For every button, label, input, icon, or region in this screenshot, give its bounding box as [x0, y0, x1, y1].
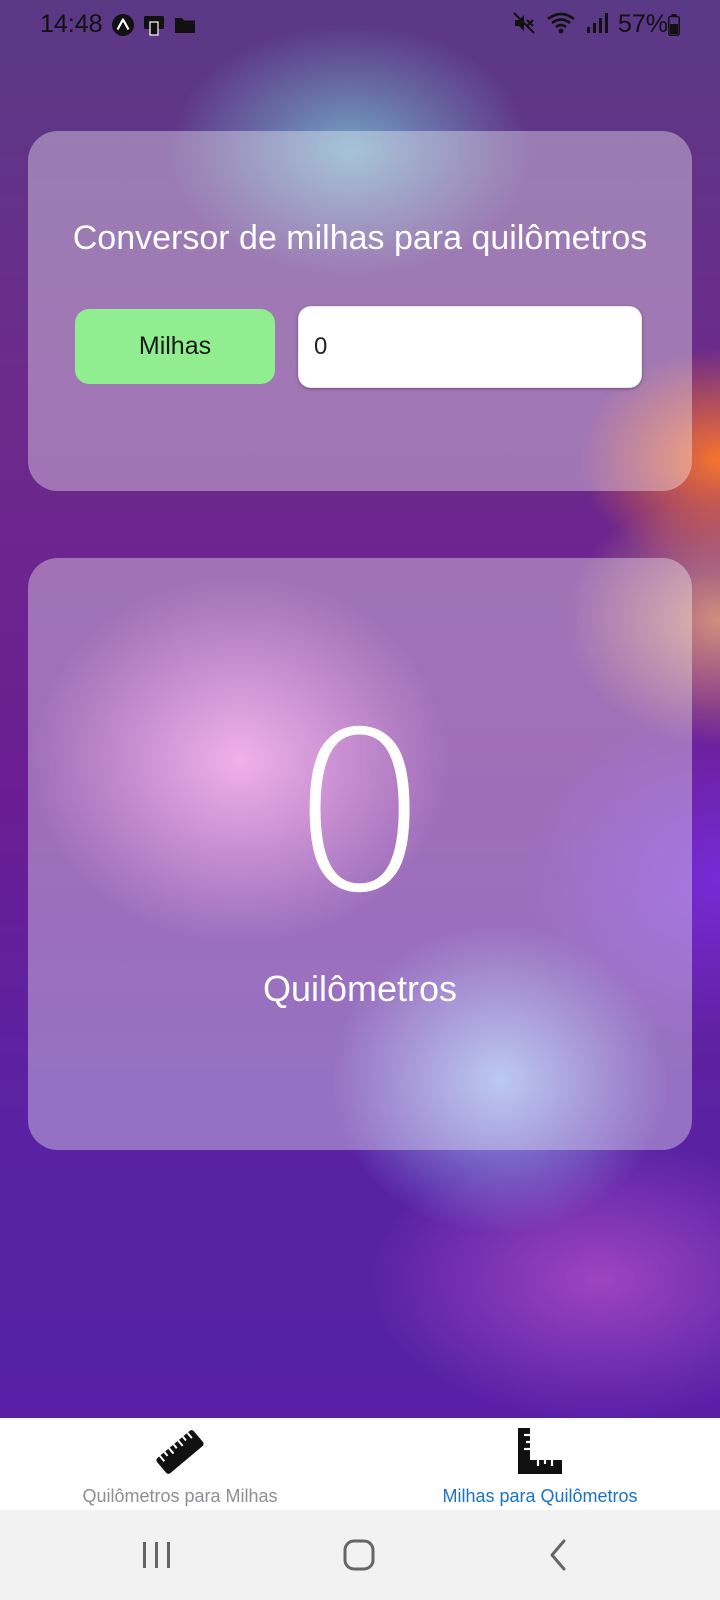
home-icon: [343, 1539, 375, 1571]
converter-title: Conversor de milhas para quilômetros: [72, 219, 648, 257]
cast-icon: [142, 13, 166, 41]
back-icon: [550, 1539, 566, 1571]
mute-icon: [512, 11, 536, 39]
result-card: 0 Quilômetros: [28, 558, 692, 1150]
status-right-icons: 57%: [512, 10, 668, 39]
result-unit-label: Quilômetros: [262, 968, 458, 1009]
status-left-icons: [111, 13, 197, 41]
miles-unit-label: Milhas: [75, 309, 275, 384]
result-value: 0: [290, 685, 430, 941]
folder-icon: [173, 13, 197, 41]
battery-icon: [668, 14, 680, 36]
tab-miles-to-km[interactable]: Milhas para Quilômetros: [360, 1418, 720, 1510]
tab-km-to-miles-label: Quilômetros para Milhas: [82, 1486, 278, 1506]
ruler-icon: [154, 1426, 206, 1478]
home-button[interactable]: [329, 1530, 389, 1580]
bottom-tab-bar: Quilômetros para Milhas Milhas para Quil…: [0, 1418, 720, 1510]
status-time: 14:48: [40, 10, 103, 38]
recents-button[interactable]: [127, 1530, 187, 1580]
tab-miles-to-km-label: Milhas para Quilômetros: [442, 1486, 638, 1506]
status-bar: 14:48 57%: [0, 0, 720, 54]
back-button[interactable]: [530, 1530, 590, 1580]
system-nav-bar: [0, 1510, 720, 1600]
signal-icon: [586, 11, 608, 39]
converter-card: Conversor de milhas para quilômetros Mil…: [28, 131, 692, 491]
miles-input[interactable]: [298, 306, 642, 388]
wifi-icon: [546, 11, 576, 39]
recents-icon: [143, 1542, 170, 1568]
battery-text: 57%: [617, 10, 668, 38]
expo-icon: [111, 13, 135, 41]
tab-km-to-miles[interactable]: Quilômetros para Milhas: [0, 1418, 360, 1510]
square-ruler-icon: [514, 1426, 566, 1478]
